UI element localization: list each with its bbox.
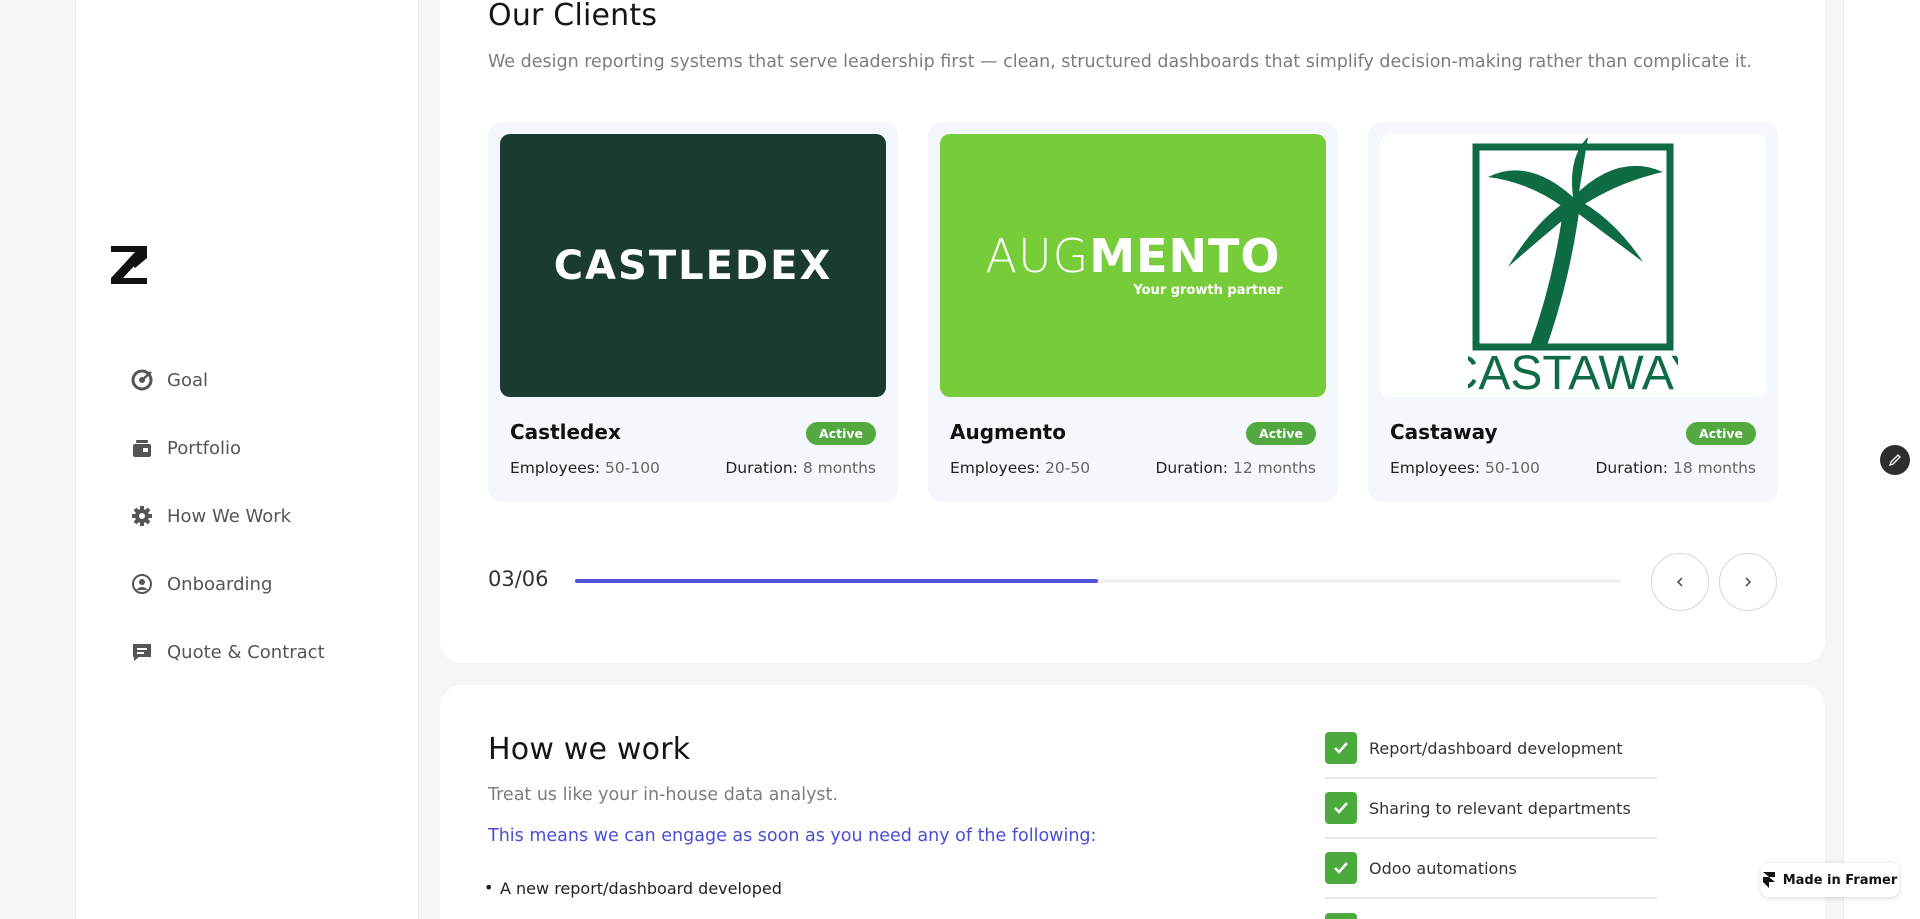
check-icon: [1325, 792, 1357, 824]
client-name: Castledex: [510, 420, 621, 444]
chevron-left-icon: [1676, 577, 1683, 587]
client-name: Augmento: [950, 420, 1066, 444]
sidebar-item-label: Goal: [167, 369, 208, 391]
employees-info: Employees: 50-100: [1390, 459, 1540, 477]
chat-icon: [130, 640, 154, 664]
employees-info: Employees: 50-100: [510, 459, 660, 477]
how-we-work-section: How we work Treat us like your in-house …: [440, 685, 1825, 919]
carousel-progress-fill: [575, 579, 1098, 583]
pencil-icon: [1888, 454, 1901, 467]
target-icon: [130, 368, 154, 392]
highlight-text: This means we can engage as soon as you …: [488, 826, 1097, 846]
client-card[interactable]: AUGMENTO Your growth partner Augmento Ac…: [928, 122, 1338, 502]
sidebar-item-portfolio[interactable]: Portfolio: [130, 414, 325, 482]
checklist-item: Odoo automations: [1325, 839, 1657, 899]
section-title: Our Clients: [488, 0, 658, 33]
status-badge: Active: [806, 422, 876, 445]
checklist-item: Sharing to relevant departments: [1325, 779, 1657, 839]
client-logo: AUGMENTO Your growth partner: [940, 134, 1326, 397]
edit-button[interactable]: [1880, 445, 1910, 475]
section-subtitle: Treat us like your in-house data analyst…: [488, 785, 838, 805]
clients-section: Our Clients We design reporting systems …: [440, 0, 1825, 663]
status-badge: Active: [1246, 422, 1316, 445]
sidebar: Goal Portfolio How We Work Onboarding Qu…: [75, 0, 419, 919]
sidebar-item-label: Portfolio: [167, 437, 242, 459]
client-card[interactable]: CASTLEDEX Castledex Active Employees: 50…: [488, 122, 898, 502]
palm-tree-logo-icon: CASTAWAY: [1468, 136, 1678, 395]
chevron-right-icon: [1745, 577, 1752, 587]
status-badge: Active: [1686, 422, 1756, 445]
user-circle-icon: [130, 572, 154, 596]
sidebar-item-label: Onboarding: [167, 573, 273, 595]
sidebar-item-quote-contract[interactable]: Quote & Contract: [130, 618, 325, 686]
list-item: A new report/dashboard developed: [484, 878, 782, 898]
client-logo-wordmark: AUGMENTO: [985, 229, 1281, 283]
client-card[interactable]: CASTAWAY Castaway Active Employees: 50-1…: [1368, 122, 1778, 502]
duration-info: Duration: 8 months: [725, 459, 876, 477]
framer-icon: [1762, 872, 1775, 888]
employees-info: Employees: 20-50: [950, 459, 1091, 477]
client-logo-tagline: Your growth partner: [1133, 283, 1283, 298]
client-logo-text: CASTLEDEX: [553, 242, 833, 289]
check-icon: [1325, 852, 1357, 884]
duration-info: Duration: 18 months: [1595, 459, 1756, 477]
made-in-framer-badge[interactable]: Made in Framer: [1761, 863, 1899, 897]
sidebar-item-label: How We Work: [167, 505, 292, 527]
gear-icon: [130, 504, 154, 528]
check-icon: [1325, 732, 1357, 764]
next-button[interactable]: [1719, 553, 1777, 611]
check-icon: [1325, 913, 1357, 919]
checklist-item: [1325, 899, 1657, 919]
svg-text:CASTAWAY: CASTAWAY: [1468, 347, 1678, 395]
duration-info: Duration: 12 months: [1155, 459, 1316, 477]
sidebar-item-goal[interactable]: Goal: [130, 346, 325, 414]
sidebar-item-how-we-work[interactable]: How We Work: [130, 482, 325, 550]
sidebar-item-label: Quote & Contract: [167, 641, 325, 663]
sidebar-item-onboarding[interactable]: Onboarding: [130, 550, 325, 618]
client-logo: CASTLEDEX: [500, 134, 886, 397]
sidebar-nav: Goal Portfolio How We Work Onboarding Qu…: [130, 346, 325, 686]
client-logo: CASTAWAY: [1380, 134, 1766, 397]
brand-logo[interactable]: [109, 244, 149, 284]
carousel-counter: 03/06: [488, 567, 549, 591]
client-name: Castaway: [1390, 420, 1498, 444]
section-title: How we work: [488, 732, 691, 767]
brand-z-logo-icon: [111, 246, 147, 284]
portfolio-icon: [130, 436, 154, 460]
prev-button[interactable]: [1651, 553, 1709, 611]
checklist-item: Report/dashboard development: [1325, 719, 1657, 779]
section-subtitle: We design reporting systems that serve l…: [488, 52, 1753, 72]
carousel-progress: [575, 579, 1621, 583]
